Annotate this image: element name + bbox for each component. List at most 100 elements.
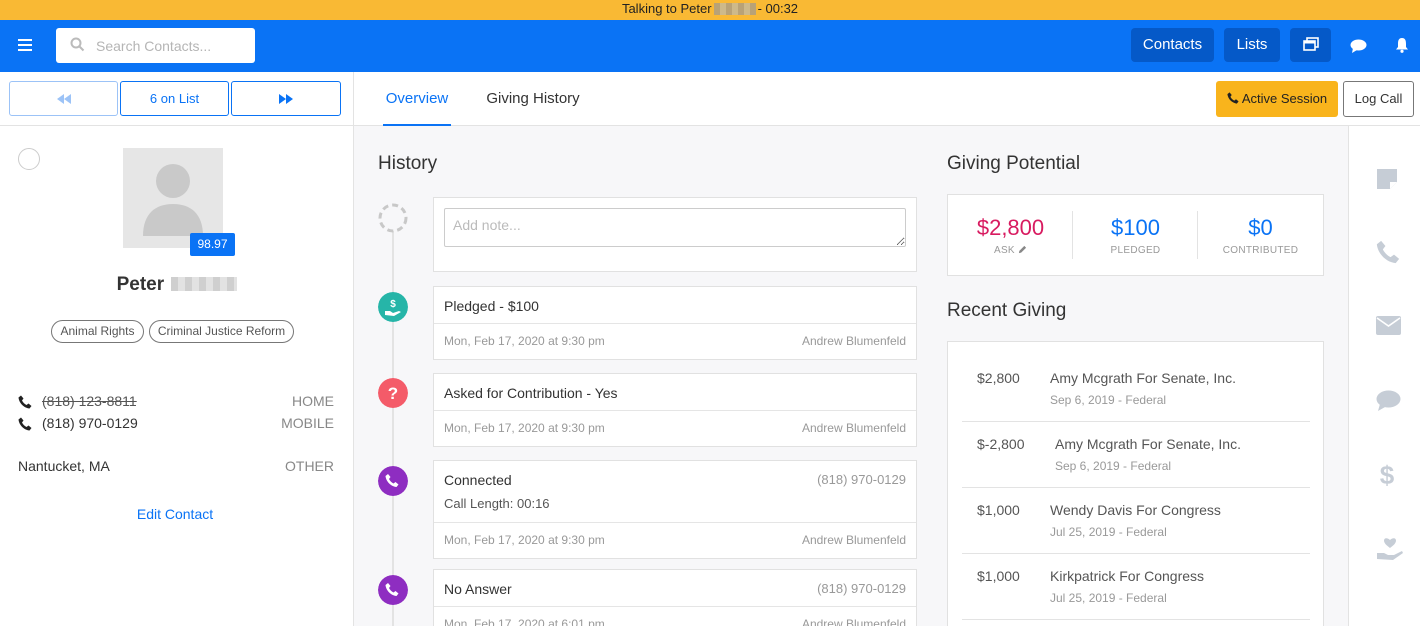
- ask-column[interactable]: $2,800 ASK: [948, 195, 1073, 275]
- phone-row-home[interactable]: (818) 123-8811 HOME: [18, 393, 334, 413]
- edit-contact-link[interactable]: Edit Contact: [0, 506, 350, 522]
- tab-bar: Overview Giving History Active Session L…: [354, 72, 1420, 126]
- search-box[interactable]: [56, 28, 255, 63]
- history-item-date: Mon, Feb 17, 2020 at 9:30 pm: [444, 533, 605, 547]
- bell-icon[interactable]: [1395, 37, 1409, 53]
- add-note-card: [433, 197, 917, 272]
- active-session-button[interactable]: Active Session: [1216, 81, 1338, 117]
- gift-candidate: Amy Mcgrath For Senate, Inc.: [1055, 436, 1241, 452]
- note-icon[interactable]: [1376, 168, 1398, 190]
- giving-potential-title: Giving Potential: [947, 153, 1081, 174]
- address-row: Nantucket, MA OTHER: [18, 458, 334, 474]
- list-position-button[interactable]: 6 on List: [120, 81, 229, 116]
- tab-giving-history[interactable]: Giving History: [479, 72, 587, 126]
- pledged-column: $100 PLEDGED: [1073, 195, 1198, 275]
- gift-candidate: Wendy Davis For Congress: [1050, 502, 1221, 518]
- add-note-input[interactable]: [444, 208, 906, 247]
- svg-text:$: $: [1380, 462, 1395, 488]
- gift-meta: Jul 25, 2019 - Federal: [1050, 525, 1167, 539]
- pledged-label: PLEDGED: [1110, 245, 1161, 256]
- history-item-date: Mon, Feb 17, 2020 at 9:30 pm: [444, 421, 605, 435]
- previous-contact-button[interactable]: [9, 81, 118, 116]
- history-item-author: Andrew Blumenfeld: [801, 533, 906, 547]
- redacted-last-name: [713, 3, 756, 15]
- call-banner: Talking to Peter - 00:32: [0, 0, 1420, 20]
- overview-content: History $ Pledged - $100 Mon, Feb 17, 20…: [354, 126, 1348, 626]
- lists-button[interactable]: Lists: [1224, 28, 1280, 62]
- phone-number: (818) 970-0129: [42, 415, 138, 431]
- active-session-label: Active Session: [1241, 91, 1328, 106]
- history-item-title: Asked for Contribution - Yes: [444, 385, 618, 401]
- contributed-column: $0 CONTRIBUTED: [1198, 195, 1323, 275]
- history-item-phone: (818) 970-0129: [817, 581, 906, 596]
- log-call-button[interactable]: Log Call: [1343, 81, 1414, 117]
- chat-bubble-icon[interactable]: [1376, 390, 1401, 411]
- svg-text:?: ?: [388, 384, 398, 403]
- contributed-label: CONTRIBUTED: [1222, 245, 1299, 256]
- history-item-title: Pledged - $100: [444, 298, 539, 314]
- tab-overview[interactable]: Overview: [383, 72, 451, 126]
- gift-candidate: Amy Mcgrath For Senate, Inc.: [1050, 370, 1236, 386]
- envelope-icon[interactable]: [1376, 316, 1401, 335]
- phone-icon: [1227, 92, 1239, 104]
- ask-label: ASK: [948, 245, 1073, 256]
- phone-icon: [18, 395, 32, 409]
- chat-icon[interactable]: [1350, 39, 1367, 53]
- gift-amount: $1,000: [977, 568, 1020, 584]
- tag-animal-rights[interactable]: Animal Rights: [51, 320, 144, 343]
- history-item-date: Mon, Feb 17, 2020 at 6:01 pm: [444, 617, 605, 626]
- phone-icon: [378, 466, 408, 496]
- fast-forward-icon: [279, 94, 293, 104]
- phone-type: HOME: [292, 393, 334, 409]
- question-icon: ?: [378, 378, 408, 408]
- history-item-author: Andrew Blumenfeld: [801, 421, 906, 435]
- list-item[interactable]: $1,000 Wendy Davis For Congress Jul 25, …: [962, 488, 1310, 554]
- history-item-author: Andrew Blumenfeld: [801, 334, 906, 348]
- list-item[interactable]: $1,000 Kirkpatrick For Congress Jul 25, …: [962, 554, 1310, 620]
- score-badge: 98.97: [190, 233, 235, 256]
- history-item-date: Mon, Feb 17, 2020 at 9:30 pm: [444, 334, 605, 348]
- hamburger-menu-icon[interactable]: [18, 39, 32, 51]
- gift-candidate: Kirkpatrick For Congress: [1050, 568, 1205, 584]
- contacts-button[interactable]: Contacts: [1131, 28, 1214, 62]
- gift-meta: Sep 6, 2019 - Federal: [1050, 393, 1167, 407]
- contact-name: Peter: [0, 274, 354, 296]
- hand-heart-icon[interactable]: [1376, 534, 1404, 562]
- timeline-line: [392, 226, 394, 626]
- gift-amount: $-2,800: [977, 436, 1025, 452]
- recent-giving-card: $2,800 Amy Mcgrath For Senate, Inc. Sep …: [947, 341, 1324, 626]
- giving-potential-card: $2,800 ASK $100 PLEDGED $0 CONTRIBUTED: [947, 194, 1324, 276]
- list-item[interactable]: $2,800 Amy Mcgrath For Senate, Inc. Sep …: [962, 356, 1310, 422]
- list-navigation: 6 on List: [0, 72, 353, 126]
- phone-number: (818) 123-8811: [42, 393, 137, 409]
- pencil-icon[interactable]: [1018, 245, 1027, 254]
- phone-icon: [18, 417, 32, 431]
- pledged-amount: $100: [1111, 215, 1160, 240]
- phone-row-mobile[interactable]: (818) 970-0129 MOBILE: [18, 415, 334, 435]
- next-contact-button[interactable]: [231, 81, 341, 116]
- windows-button[interactable]: [1290, 28, 1331, 62]
- history-item-phone: (818) 970-0129: [817, 472, 906, 487]
- windows-icon: [1302, 37, 1319, 51]
- svg-text:$: $: [390, 299, 396, 310]
- contact-first-name: Peter: [116, 274, 165, 295]
- search-input[interactable]: [96, 36, 246, 56]
- redacted-last-name: [171, 277, 238, 291]
- action-rail: $: [1348, 126, 1420, 626]
- rewind-icon: [56, 94, 71, 104]
- call-banner-prefix: Talking to Peter: [621, 1, 712, 16]
- ask-amount: $2,800: [976, 215, 1045, 240]
- history-item[interactable]: Asked for Contribution - Yes Mon, Feb 17…: [433, 373, 917, 447]
- gift-meta: Jul 25, 2019 - Federal: [1050, 591, 1167, 605]
- select-contact-checkbox[interactable]: [18, 148, 40, 170]
- contributed-amount: $0: [1248, 215, 1273, 240]
- spinner-icon: [378, 203, 408, 233]
- history-item[interactable]: Connected Call Length: 00:16 (818) 970-0…: [433, 460, 917, 559]
- phone-icon: [378, 575, 408, 605]
- phone-icon[interactable]: [1376, 240, 1400, 264]
- history-item[interactable]: Pledged - $100 Mon, Feb 17, 2020 at 9:30…: [433, 286, 917, 360]
- dollar-icon[interactable]: $: [1376, 462, 1398, 488]
- history-item[interactable]: No Answer (818) 970-0129 Mon, Feb 17, 20…: [433, 569, 917, 626]
- list-item[interactable]: $-2,800 Amy Mcgrath For Senate, Inc. Sep…: [962, 422, 1310, 488]
- tag-criminal-justice-reform[interactable]: Criminal Justice Reform: [149, 320, 294, 343]
